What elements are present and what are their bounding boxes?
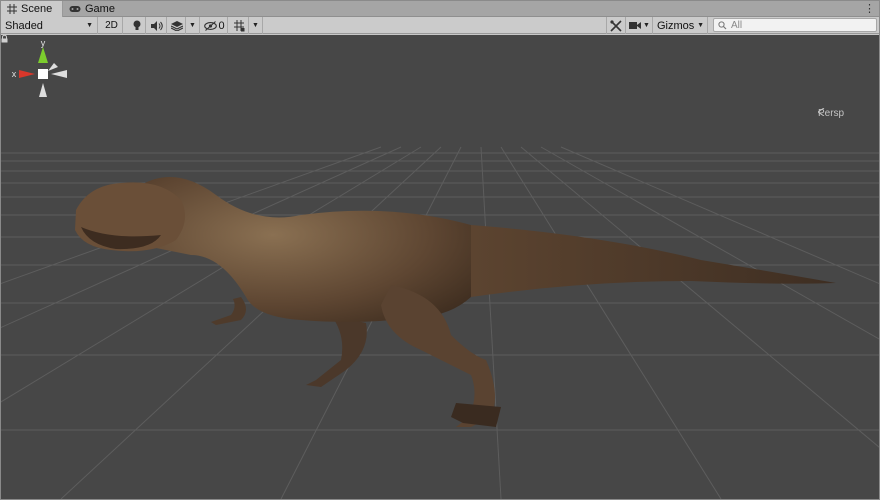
tab-scene-label: Scene <box>21 3 53 15</box>
gizmos-label: Gizmos <box>657 19 695 32</box>
grid-snap-icon <box>233 19 244 31</box>
search-field[interactable] <box>713 18 877 32</box>
gamepad-icon <box>69 6 81 12</box>
audio-toggle-button[interactable] <box>147 17 167 34</box>
effects-dropdown-button[interactable]: ▼ <box>186 17 200 34</box>
grid-dropdown-button[interactable]: ▼ <box>249 17 263 34</box>
chevron-down-icon: ▼ <box>252 22 259 29</box>
dinosaur-tail <box>471 225 836 297</box>
neg-y-axis-cone[interactable] <box>39 83 47 97</box>
x-axis-label: x <box>12 69 17 79</box>
tools-button[interactable] <box>606 17 626 34</box>
dinosaur-far-leg <box>306 315 367 387</box>
toggle-2d-label: 2D <box>105 20 118 31</box>
tab-game-label: Game <box>85 3 115 15</box>
chevron-down-icon: ▼ <box>643 22 650 29</box>
gizmos-dropdown[interactable]: Gizmos ▼ <box>654 17 708 34</box>
toggle-2d-button[interactable]: 2D <box>101 17 123 34</box>
dinosaur-near-foot <box>451 403 501 427</box>
effects-toggle-button[interactable] <box>168 17 186 34</box>
wrench-cross-icon <box>610 19 622 32</box>
x-axis-cone[interactable] <box>19 70 35 78</box>
camera-settings-button[interactable]: ▼ <box>627 17 653 34</box>
chevron-left-icon <box>818 108 825 116</box>
lock-icon[interactable] <box>1 35 8 43</box>
projection-toggle[interactable]: Persp <box>818 108 844 119</box>
search-input[interactable] <box>731 19 871 31</box>
y-axis-label: y <box>41 38 46 48</box>
speaker-icon <box>150 20 163 31</box>
tab-scene[interactable]: Scene <box>1 1 63 17</box>
layers-icon <box>170 20 183 31</box>
scene-grid <box>1 146 879 499</box>
orientation-gizmo[interactable]: y x <box>1 35 91 125</box>
dinosaur-arm <box>211 297 246 325</box>
eye-slash-icon <box>204 20 218 31</box>
lighting-toggle-button[interactable] <box>128 17 146 34</box>
chevron-down-icon: ▼ <box>189 22 196 29</box>
grid-icon <box>7 4 17 14</box>
hidden-objects-count: 0 <box>218 19 225 32</box>
hidden-objects-toggle[interactable]: 0 <box>202 17 228 34</box>
tab-menu-icon[interactable]: ⋮ <box>864 2 875 15</box>
y-axis-cone[interactable] <box>38 47 48 63</box>
tab-game[interactable]: Game <box>63 1 123 17</box>
shading-mode-dropdown[interactable]: Shaded ▼ <box>1 17 98 34</box>
scene-toolbar: Shaded ▼ 2D ▼ 0 ▼ ▼ Gizmos ▼ All <box>1 17 879 34</box>
camera-icon <box>629 22 642 29</box>
chevron-down-icon: ▼ <box>86 22 93 29</box>
shading-mode-label: Shaded <box>5 19 43 32</box>
neg-x-axis-cone[interactable] <box>51 70 67 78</box>
chevron-down-icon: ▼ <box>697 22 704 29</box>
neg-z-axis-cone[interactable] <box>48 63 58 71</box>
lightbulb-icon <box>133 20 140 30</box>
tab-bar: Scene Game ⋮ <box>1 1 879 17</box>
search-icon <box>718 20 727 29</box>
grid-toggle-button[interactable] <box>229 17 249 34</box>
scene-viewport[interactable]: y x Persp <box>1 35 879 499</box>
gizmo-center-cube[interactable] <box>38 69 48 79</box>
scene-window: Scene Game ⋮ Shaded ▼ 2D ▼ 0 ▼ ▼ Gizmos … <box>0 0 880 500</box>
